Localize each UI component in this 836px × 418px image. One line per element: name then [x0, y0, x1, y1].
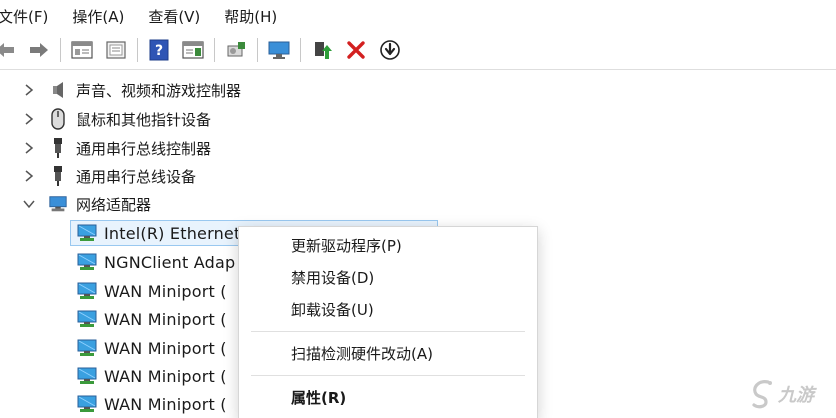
device-manager-window: 文件(F) 操作(A) 查看(V) 帮助(H) ? 声音、视频和游戏控制器 鼠标…	[0, 0, 836, 418]
disable-device-icon[interactable]	[377, 37, 403, 63]
toolbar-separator	[60, 38, 61, 62]
network-adapter-icon	[76, 223, 98, 243]
forward-icon[interactable]	[26, 37, 52, 63]
monitor-icon[interactable]	[266, 37, 292, 63]
network-adapter-icon	[76, 281, 98, 301]
watermark: 九游	[748, 376, 832, 412]
tree-item-label: Intel(R) Ethernet	[104, 223, 241, 243]
menu-item-disable-device[interactable]: 禁用设备(D)	[291, 267, 374, 288]
toolbar-separator	[214, 38, 215, 62]
chevron-right-icon[interactable]	[22, 83, 36, 97]
menu-bar: 文件(F) 操作(A) 查看(V) 帮助(H)	[0, 0, 836, 32]
properties-panel-icon[interactable]	[69, 37, 95, 63]
context-menu: 更新驱动程序(P) 禁用设备(D) 卸载设备(U) 扫描检测硬件改动(A) 属性…	[238, 226, 538, 418]
action-pane-icon[interactable]	[180, 37, 206, 63]
usb-icon	[48, 138, 68, 158]
tree-item-label: WAN Miniport (	[104, 366, 227, 386]
network-adapter-icon	[76, 338, 98, 358]
svg-text:?: ?	[155, 43, 163, 59]
menu-file[interactable]: 文件(F)	[0, 6, 48, 27]
watermark-text: 九游	[778, 385, 814, 406]
toolbar-divider	[0, 69, 836, 70]
watermark-logo-icon	[752, 380, 772, 409]
menu-item-update-driver[interactable]: 更新驱动程序(P)	[291, 235, 402, 256]
toolbar-separator	[137, 38, 138, 62]
network-adapter-icon	[76, 309, 98, 329]
uninstall-icon[interactable]	[343, 37, 369, 63]
menu-view[interactable]: 查看(V)	[148, 6, 200, 27]
chevron-right-icon[interactable]	[22, 112, 36, 126]
menu-separator	[251, 331, 525, 332]
chevron-down-icon[interactable]	[22, 197, 36, 211]
help-icon[interactable]: ?	[146, 37, 172, 63]
chevron-right-icon[interactable]	[22, 141, 36, 155]
tree-item-label: WAN Miniport (	[104, 281, 227, 301]
menu-separator	[251, 375, 525, 376]
toolbar-separator	[257, 38, 258, 62]
toolbar-separator	[300, 38, 301, 62]
update-driver-icon[interactable]	[309, 37, 335, 63]
tree-item-label: 通用串行总线控制器	[76, 139, 212, 158]
toolbar: ?	[0, 32, 836, 68]
speaker-icon	[48, 80, 68, 100]
tree-item-label: WAN Miniport (	[104, 309, 227, 329]
console-tree-icon[interactable]	[103, 37, 129, 63]
tree-item-label: 通用串行总线设备	[76, 167, 197, 186]
tree-item-label: 网络适配器	[76, 195, 152, 214]
tree-item-label: 声音、视频和游戏控制器	[76, 81, 242, 100]
network-adapter-icon	[76, 252, 98, 272]
network-icon	[48, 194, 68, 214]
tree-item-label: WAN Miniport (	[104, 394, 227, 414]
tree-item-label: WAN Miniport (	[104, 338, 227, 358]
network-adapter-icon	[76, 366, 98, 386]
network-adapter-icon	[76, 394, 98, 414]
menu-item-scan-hardware[interactable]: 扫描检测硬件改动(A)	[291, 343, 433, 364]
usb-icon	[48, 166, 68, 186]
menu-help[interactable]: 帮助(H)	[224, 6, 277, 27]
mouse-icon	[48, 108, 68, 130]
back-icon[interactable]	[0, 37, 18, 63]
menu-action[interactable]: 操作(A)	[72, 6, 124, 27]
tree-item-label: NGNClient Adap	[104, 252, 236, 272]
chevron-right-icon[interactable]	[22, 169, 36, 183]
scan-hardware-icon[interactable]	[223, 37, 249, 63]
menu-item-uninstall-device[interactable]: 卸载设备(U)	[291, 299, 374, 320]
tree-item-label: 鼠标和其他指针设备	[76, 110, 212, 129]
menu-item-properties[interactable]: 属性(R)	[291, 387, 346, 408]
